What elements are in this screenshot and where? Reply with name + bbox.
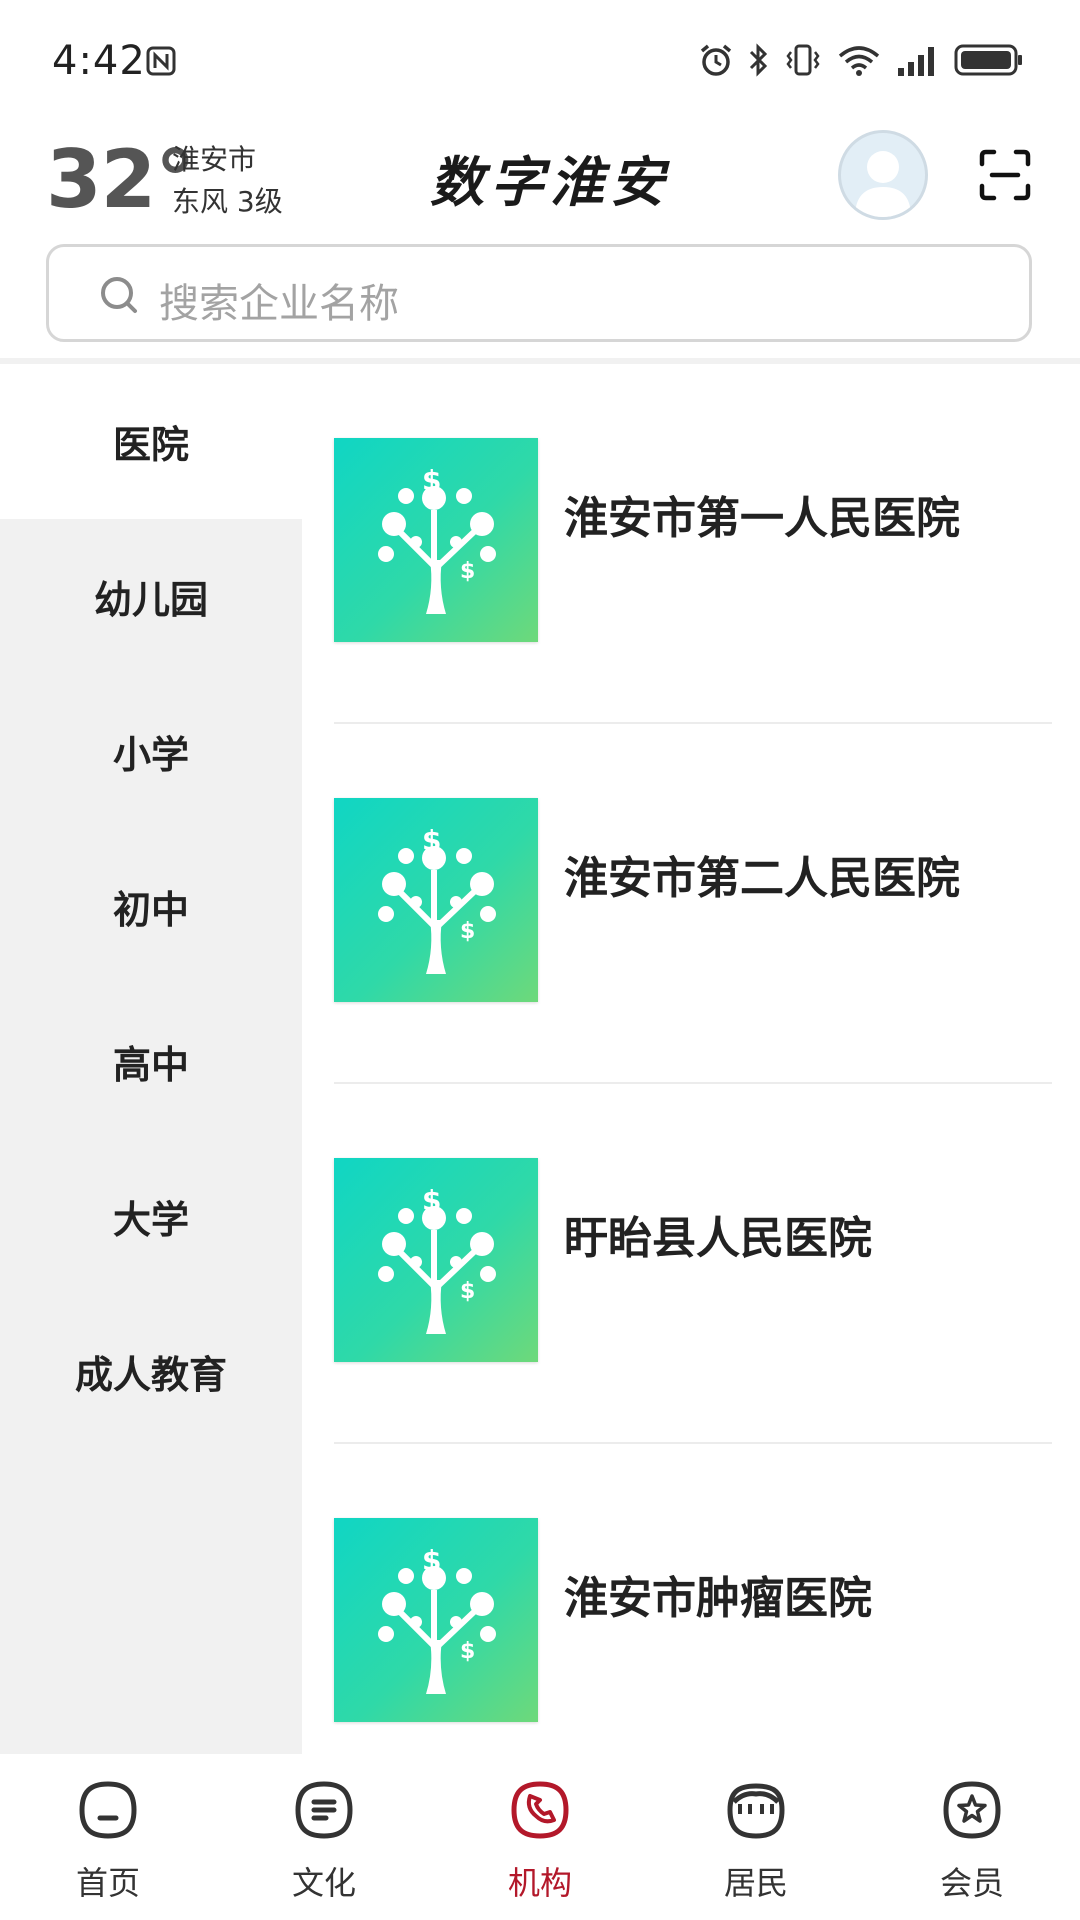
svg-text:$: $ xyxy=(460,1639,475,1664)
weather-city: 淮安市 xyxy=(172,143,257,176)
institution-thumbnail: $ $ xyxy=(334,798,538,1002)
bluetooth-icon xyxy=(749,43,768,77)
nav-label: 文化 xyxy=(291,1864,356,1902)
store-icon xyxy=(727,1783,785,1839)
svg-text:$: $ xyxy=(422,1544,441,1577)
list-item[interactable]: $ $ 淮安市第二人民医院 xyxy=(302,724,1080,1084)
home-icon xyxy=(79,1781,137,1839)
list-item[interactable]: $ $ 淮安市肿瘤医院 xyxy=(302,1444,1080,1804)
search-icon xyxy=(101,277,137,313)
search-placeholder: 搜索企业名称 xyxy=(159,281,399,327)
category-sidebar: 医院 幼儿园 小学 初中 高中 大学 成人教育 xyxy=(0,364,302,1754)
nav-residents[interactable]: 居民 xyxy=(648,1754,864,1920)
scan-icon[interactable] xyxy=(978,148,1032,202)
money-tree-icon: $ $ xyxy=(378,1544,496,1694)
list-item[interactable]: $ $ 淮安市第一人民医院 xyxy=(302,364,1080,724)
institution-name: 盱眙县人民医院 xyxy=(564,1213,872,1264)
person-icon xyxy=(855,151,911,217)
status-time: 4:42 xyxy=(52,38,146,84)
signal-icon xyxy=(898,47,934,76)
phone-icon xyxy=(511,1781,569,1839)
weather-wind: 东风 3级 xyxy=(172,185,283,218)
svg-text:$: $ xyxy=(422,1184,441,1217)
nfc-icon xyxy=(146,46,176,76)
institution-thumbnail: $ $ xyxy=(334,1158,538,1362)
svg-text:$: $ xyxy=(460,559,475,584)
sidebar-item-kindergarten[interactable]: 幼儿园 xyxy=(0,519,302,674)
svg-text:$: $ xyxy=(460,1279,475,1304)
money-tree-icon: $ $ xyxy=(378,824,496,974)
svg-text:$: $ xyxy=(422,824,441,857)
institution-name: 淮安市肿瘤医院 xyxy=(564,1573,872,1624)
svg-text:$: $ xyxy=(460,919,475,944)
sidebar-item-primary-school[interactable]: 小学 xyxy=(0,674,302,829)
sidebar-item-junior-high[interactable]: 初中 xyxy=(0,829,302,984)
institution-thumbnail: $ $ xyxy=(334,1518,538,1722)
vibrate-icon xyxy=(786,44,820,76)
nav-member[interactable]: 会员 xyxy=(864,1754,1080,1920)
institution-thumbnail: $ $ xyxy=(334,438,538,642)
institution-name: 淮安市第一人民医院 xyxy=(564,493,960,544)
nav-label: 居民 xyxy=(723,1864,788,1902)
nav-home[interactable]: 首页 xyxy=(0,1754,216,1920)
battery-icon xyxy=(954,44,1022,76)
search-input[interactable]: 搜索企业名称 xyxy=(46,244,1032,342)
document-icon xyxy=(295,1781,353,1839)
sidebar-item-university[interactable]: 大学 xyxy=(0,1139,302,1294)
star-badge-icon xyxy=(943,1781,1001,1839)
header: 32° 淮安市 东风 3级 数字淮安 xyxy=(0,120,1080,240)
screen: 4:42 32° 淮安市 东风 3级 数字淮安 搜索企业名称 医院 幼儿园 小学… xyxy=(0,0,1080,1920)
institution-list: $ $ 淮安市第一人民医院 $ $ 淮安市第二人民医院 $ $ 盱眙县人民医院 … xyxy=(302,364,1080,1754)
institution-name: 淮安市第二人民医院 xyxy=(564,853,960,904)
nav-label: 首页 xyxy=(75,1864,140,1902)
bottom-nav: 首页 文化 机构 居民 会员 xyxy=(0,1754,1080,1920)
nav-label: 机构 xyxy=(507,1864,572,1902)
alarm-icon xyxy=(700,44,732,76)
list-item[interactable]: $ $ 盱眙县人民医院 xyxy=(302,1084,1080,1444)
money-tree-icon: $ $ xyxy=(378,464,496,614)
app-title: 数字淮安 xyxy=(430,150,670,214)
wifi-icon xyxy=(838,46,880,76)
svg-text:$: $ xyxy=(422,464,441,497)
status-icons xyxy=(698,38,1024,82)
avatar[interactable] xyxy=(838,130,928,220)
status-bar: 4:42 xyxy=(0,0,1080,120)
nav-institution[interactable]: 机构 xyxy=(432,1754,648,1920)
nav-culture[interactable]: 文化 xyxy=(216,1754,432,1920)
money-tree-icon: $ $ xyxy=(378,1184,496,1334)
sidebar-item-hospital[interactable]: 医院 xyxy=(0,364,302,519)
sidebar-item-adult-education[interactable]: 成人教育 xyxy=(0,1294,302,1449)
nav-label: 会员 xyxy=(939,1864,1004,1902)
sidebar-item-senior-high[interactable]: 高中 xyxy=(0,984,302,1139)
